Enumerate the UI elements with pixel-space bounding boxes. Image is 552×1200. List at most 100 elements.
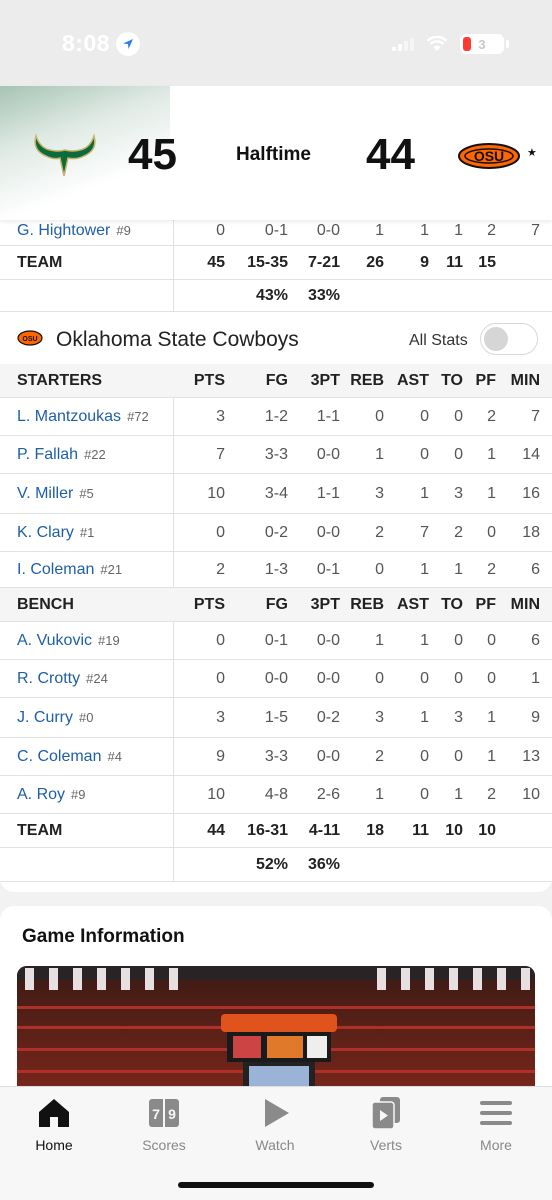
battery-icon: 3 [460,34,509,54]
three-pct-cell: 33% [307,286,340,304]
starters-header-row: STARTERS PTS FG 3PT REB AST TO PF MIN [0,364,552,398]
status-bar: 8:08 3 [0,0,552,86]
player-name-link[interactable]: V. Miller [17,485,73,503]
table-row: A. Roy #9 10 4-8 2-6 1 0 1 2 10 [0,776,552,814]
stat-cell: 0-1 [316,560,340,578]
total-cell: 10 [445,821,463,839]
total-cell: 45 [207,253,225,271]
fg-pct-cell: 52% [255,855,288,873]
total-cell: 11 [446,253,463,271]
tab-verts[interactable]: Verts [346,1095,426,1161]
stat-cell: 10 [522,785,540,803]
player-name-link[interactable]: C. Coleman [17,748,101,766]
stat-cell: 4-8 [264,785,288,803]
stat-cell: 18 [522,523,540,541]
fg-pct-cell: 43% [255,286,288,304]
table-row: R. Crotty #24 0 0-0 0-0 0 0 0 0 1 [0,660,552,698]
stat-cell: 0 [216,221,225,239]
player-name-link[interactable]: I. Coleman [17,561,94,579]
name-cell: BENCH [0,588,174,621]
jersey-number: #9 [71,787,86,802]
stat-cell: 1 [375,631,384,649]
team-name: Oklahoma State Cowboys [56,328,299,351]
total-cell: 11 [412,821,429,839]
stat-cell: 2 [487,785,496,803]
tab-scores[interactable]: 79 Scores [124,1095,204,1161]
stat-cell: 1 [531,669,540,687]
stat-cell: 2 [454,523,463,541]
stat-cell: 1 [454,785,463,803]
score-header: 45 Halftime 44 OSU ★ [0,86,552,220]
total-cell [496,246,540,279]
svg-text:OSU: OSU [22,336,37,343]
name-cell: A. Vukovic #19 [0,622,174,659]
team-total-label: TEAM [17,253,63,271]
osu-logo[interactable]: OSU [458,142,520,170]
home-icon [34,1095,74,1131]
total-cell: 15 [478,253,496,271]
stat-cell: 3-4 [264,484,288,502]
column-header: REB [350,595,384,613]
stat-cell: 1 [487,708,496,726]
section-label: BENCH [17,595,74,613]
player-name-link[interactable]: A. Vukovic [17,632,92,650]
player-name-link[interactable]: L. Mantzoukas [17,408,121,426]
jersey-number: #24 [86,671,108,686]
stat-cell: 0 [420,747,429,765]
toggle-knob [484,327,508,351]
stat-cell: 1 [454,221,463,239]
name-cell: J. Curry #0 [0,698,174,737]
jersey-number: #19 [98,633,120,648]
team-pct-row: 52% 36% [0,848,552,882]
total-cell: 10 [478,821,496,839]
total-cell: 15-35 [247,253,288,271]
all-stats-toggle[interactable] [480,323,538,355]
tab-more-label: More [480,1137,512,1153]
stat-cell: 2 [216,560,225,578]
team-header: OSU Oklahoma State Cowboys All Stats [0,316,552,368]
table-row: L. Mantzoukas #72 3 1-2 1-1 0 0 0 2 7 [0,398,552,436]
stat-cell: 10 [207,484,225,502]
name-cell [0,280,174,311]
name-cell: R. Crotty #24 [0,660,174,697]
home-indicator[interactable] [178,1182,374,1188]
player-name-link[interactable]: A. Roy [17,786,65,804]
table-row: A. Vukovic #19 0 0-1 0-0 1 1 0 0 6 [0,622,552,660]
stat-cell: 3 [454,708,463,726]
usf-bulls-logo[interactable] [30,130,100,180]
stat-cell: 0-1 [264,631,288,649]
tab-home[interactable]: Home [14,1095,94,1161]
tab-watch[interactable]: Watch [235,1095,315,1161]
jersey-number: #21 [100,562,123,577]
menu-icon [476,1095,516,1131]
stat-cell: 1 [420,708,429,726]
player-name-link[interactable]: R. Crotty [17,670,80,688]
total-cell: 18 [366,821,384,839]
stat-cell: 3 [216,708,225,726]
stat-cell: 3-3 [264,445,288,463]
stat-cell: 7 [531,221,540,239]
box-score-card: G. Hightower #9 0 0-1 0-0 1 1 1 2 7 TEAM 45 15-35 7-2… [0,220,552,892]
column-header: PF [475,371,496,389]
arena-photo[interactable] [17,966,535,1106]
player-name-link[interactable]: K. Clary [17,524,74,542]
player-name-link[interactable]: P. Fallah [17,446,78,464]
svg-text:7: 7 [152,1106,160,1122]
stat-cell: 1 [487,747,496,765]
player-name-link[interactable]: J. Curry [17,709,73,727]
stat-cell: 0 [454,445,463,463]
total-cell: 44 [207,821,225,839]
stat-cell: 1 [454,560,463,578]
column-header: REB [350,371,384,389]
stat-cell: 10 [207,785,225,803]
tab-more[interactable]: More [456,1095,536,1161]
team-total-label: TEAM [17,821,63,839]
stat-cell: 9 [216,747,225,765]
jersey-number: #0 [79,710,94,725]
stat-cell: 7 [420,523,429,541]
name-cell: STARTERS [0,364,174,397]
table-row: I. Coleman #21 2 1-3 0-1 0 1 1 2 6 [0,552,552,588]
stat-cell: 0-0 [316,445,340,463]
player-name-link[interactable]: G. Hightower [17,222,110,240]
stat-cell: 1-1 [316,484,340,502]
